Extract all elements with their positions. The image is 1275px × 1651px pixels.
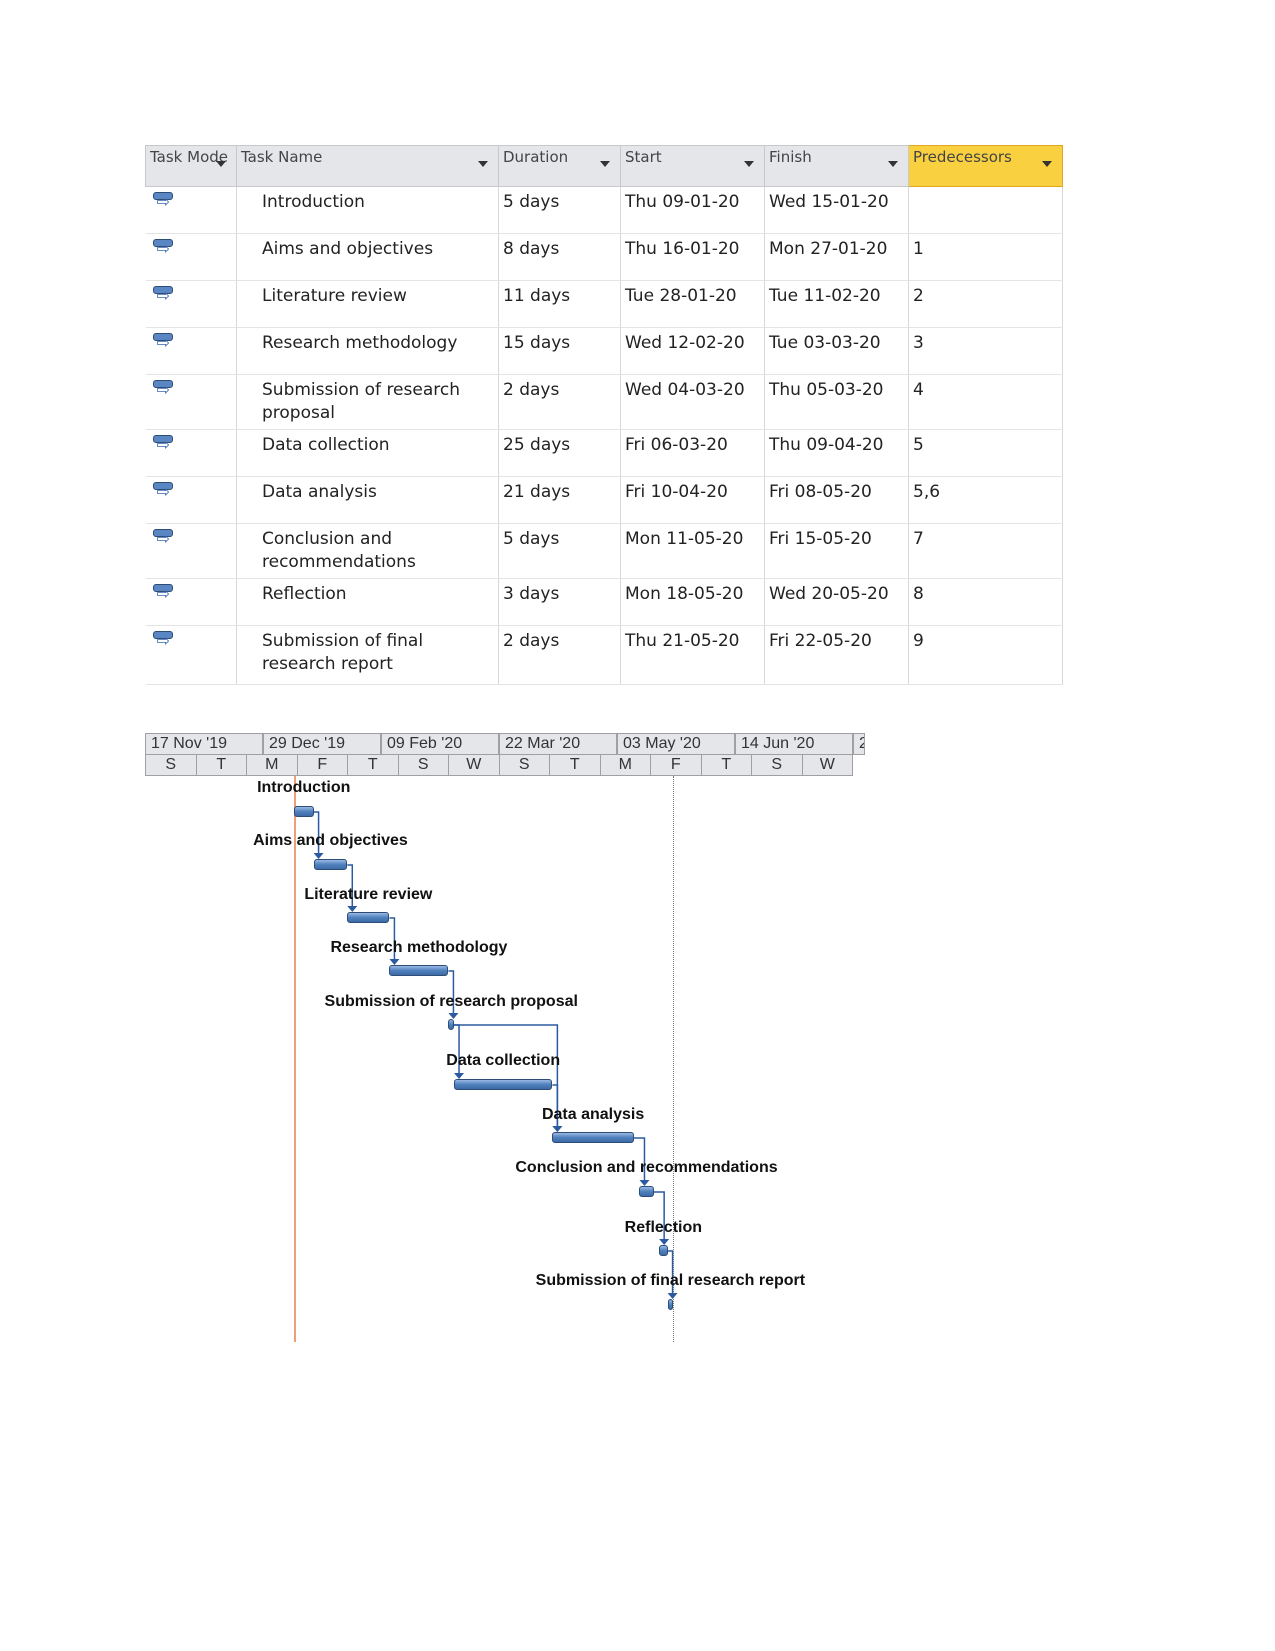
task-bar-label: Reflection bbox=[624, 1219, 703, 1236]
task-bar bbox=[667, 1299, 674, 1310]
task-bar-label: Literature review bbox=[304, 886, 433, 903]
task-bar bbox=[347, 912, 390, 923]
task-bar bbox=[293, 806, 314, 817]
task-bar bbox=[313, 859, 348, 870]
task-bar-label: Research methodology bbox=[330, 939, 508, 956]
task-bar-label: Data collection bbox=[446, 1052, 561, 1069]
task-bar-label: Conclusion and recommendations bbox=[515, 1159, 778, 1176]
task-bar-label: Aims and objectives bbox=[253, 832, 408, 849]
task-bar-label: Data analysis bbox=[541, 1106, 645, 1123]
task-bar-label: Submission of final research report bbox=[535, 1272, 806, 1289]
task-bar bbox=[448, 1019, 455, 1030]
dependency-links bbox=[313, 811, 678, 1299]
task-bar bbox=[639, 1186, 654, 1197]
task-bar bbox=[659, 1245, 668, 1256]
task-bar bbox=[389, 965, 449, 976]
task-bar bbox=[454, 1079, 553, 1090]
task-bar-label: Introduction bbox=[257, 779, 351, 796]
task-bar-label: Submission of research proposal bbox=[324, 993, 578, 1010]
task-bar bbox=[552, 1132, 634, 1143]
